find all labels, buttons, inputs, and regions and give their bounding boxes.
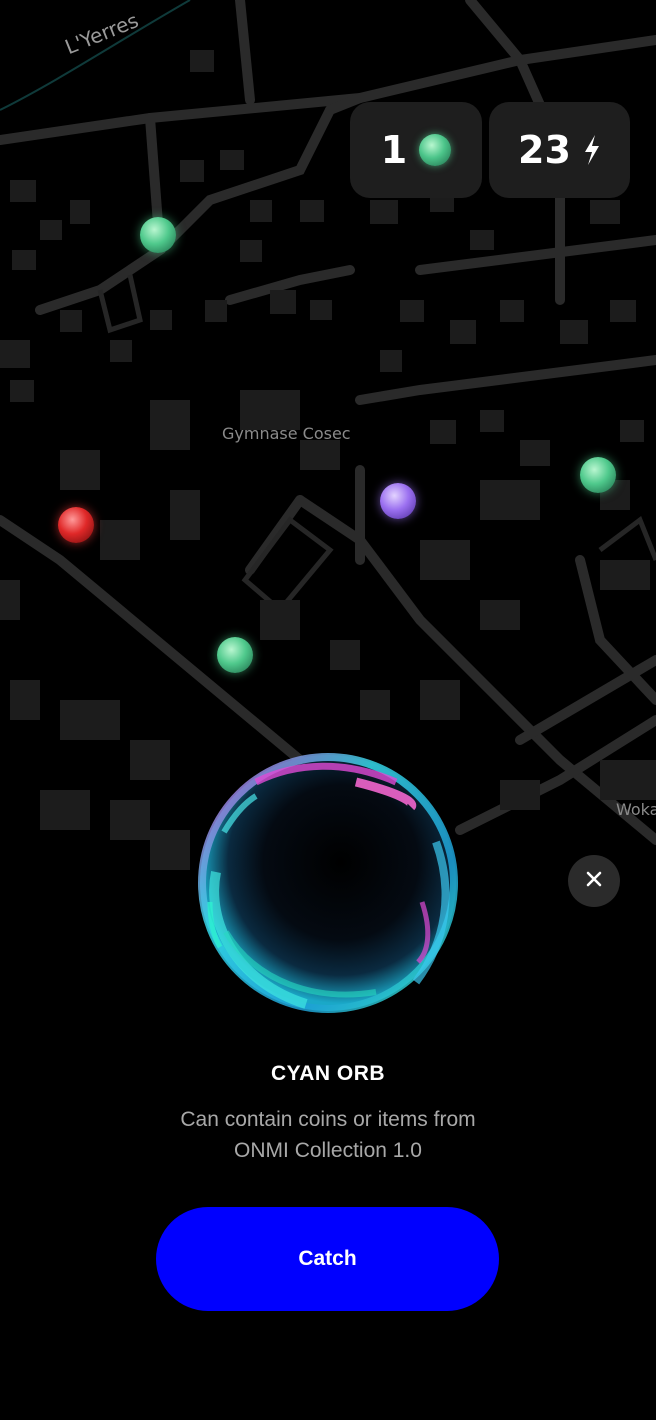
energy-count-pill[interactable]: 23 — [489, 102, 630, 198]
map-label-gymnasium: Gymnase Cosec — [222, 424, 351, 443]
close-icon — [586, 871, 602, 892]
catch-button[interactable]: Catch — [156, 1207, 499, 1311]
orb-description-line-1: Can contain coins or items from — [180, 1108, 476, 1131]
close-button[interactable] — [568, 855, 620, 907]
orb-title: CYAN ORB — [270, 1062, 386, 1085]
map-orb-red[interactable] — [58, 507, 94, 543]
orb-count: 1 — [380, 128, 408, 172]
map-orb-green[interactable] — [140, 217, 176, 253]
map-orb-green[interactable] — [217, 637, 253, 673]
lightning-bolt-icon — [583, 135, 601, 165]
cyan-orb-image — [198, 753, 458, 1013]
map-orb-green[interactable] — [580, 457, 616, 493]
orb-description-line-2: ONMI Collection 1.0 — [234, 1139, 422, 1162]
orb-count-pill[interactable]: 1 — [350, 102, 482, 198]
map-orb-purple[interactable] — [380, 483, 416, 519]
green-orb-icon — [419, 134, 452, 166]
energy-count: 23 — [518, 128, 571, 172]
orb-description: Can contain coins or items from ONMI Col… — [0, 1104, 656, 1166]
map-label-partial: Woka — [616, 800, 656, 819]
